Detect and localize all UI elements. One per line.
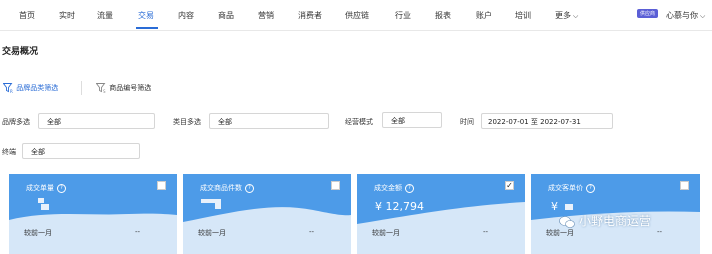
brand-category-filter-button[interactable]: R 品牌品类筛选 <box>2 83 59 94</box>
card-checkbox-checked[interactable]: ✓ <box>505 181 514 190</box>
category-label: 类目多选 <box>173 118 201 126</box>
card-title-text: 成交客单价 <box>548 184 583 192</box>
metric-card-order-count[interactable]: 成交单量? 较前一月 -- <box>9 174 177 254</box>
nav-more-label: 更多 <box>555 11 571 20</box>
nav-item-reports[interactable]: 报表 <box>435 10 451 21</box>
nav-item-home[interactable]: 首页 <box>19 10 35 21</box>
card-title-text: 成交金额 <box>374 184 402 192</box>
svg-text:R: R <box>10 89 13 93</box>
compare-label: 较前一月 <box>546 229 574 237</box>
date-range-picker[interactable]: 2022-07-01 至 2022-07-31 <box>481 113 613 129</box>
compare-value: -- <box>657 228 663 236</box>
nav-item-trade[interactable]: 交易 <box>138 10 154 21</box>
card-checkbox[interactable] <box>331 181 340 190</box>
help-icon[interactable]: ? <box>245 183 254 193</box>
card-title-text: 成交商品件数 <box>200 184 242 192</box>
nav-active-indicator <box>136 27 158 29</box>
blurred-value <box>41 204 49 210</box>
compare-label: 较前一月 <box>372 229 400 237</box>
compare-label: 较前一月 <box>24 229 52 237</box>
chevron-down-icon: ⌵ <box>700 12 706 20</box>
nav-item-supply-chain[interactable]: 供应链 <box>345 10 369 21</box>
page-title: 交易概况 <box>2 47 39 57</box>
compare-label: 较前一月 <box>198 229 226 237</box>
nav-item-products[interactable]: 商品 <box>218 10 234 21</box>
wechat-icon <box>559 215 575 228</box>
shop-name-label: 心慕与你 <box>666 11 698 20</box>
card-title: 成交商品件数? <box>200 183 254 193</box>
brand-category-filter-label: 品牌品类筛选 <box>16 84 59 92</box>
terminal-label: 终端 <box>2 148 16 156</box>
nav-item-more[interactable]: 更多 ⌵ <box>555 10 578 21</box>
category-select[interactable]: 全部 <box>209 113 329 129</box>
business-mode-select[interactable]: 全部 <box>382 112 442 128</box>
card-checkbox[interactable] <box>157 181 166 190</box>
card-title: 成交金额? <box>374 183 414 193</box>
product-code-filter-button[interactable]: S 商品编号筛选 <box>95 83 152 94</box>
help-icon[interactable]: ? <box>57 183 66 193</box>
metric-card-item-count[interactable]: 成交商品件数? 较前一月 -- <box>183 174 351 254</box>
watermark-text: 小野电商运营 <box>579 214 652 228</box>
compare-value: -- <box>309 228 315 236</box>
card-value: ¥ 12,794 <box>375 200 424 213</box>
business-mode-label: 经营模式 <box>345 118 373 126</box>
compare-value: -- <box>135 228 141 236</box>
card-title-text: 成交单量 <box>26 184 54 192</box>
shop-name[interactable]: 心慕与你 ⌵ <box>666 10 705 21</box>
terminal-select[interactable]: 全部 <box>22 143 140 159</box>
filter-icon: R <box>2 83 13 94</box>
metric-card-gmv[interactable]: 成交金额? ✓ ¥ 12,794 较前一月 -- <box>357 174 525 254</box>
watermark: 小野电商运营 <box>559 212 651 229</box>
brand-select[interactable]: 全部 <box>38 113 155 129</box>
nav-item-training[interactable]: 培训 <box>515 10 531 21</box>
card-title: 成交单量? <box>26 183 66 193</box>
card-title: 成交客单价? <box>548 183 595 193</box>
card-checkbox[interactable] <box>680 181 689 190</box>
nav-item-traffic[interactable]: 流量 <box>97 10 113 21</box>
help-icon[interactable]: ? <box>586 183 595 193</box>
top-nav: 首页 实时 流量 交易 内容 商品 营销 消费者 供应链 行业 报表 账户 培训… <box>0 0 712 31</box>
brand-label: 品牌多选 <box>2 118 30 126</box>
blurred-value <box>565 204 573 210</box>
blurred-value <box>215 203 221 209</box>
filter-icon: S <box>95 83 106 94</box>
nav-item-consumer[interactable]: 消费者 <box>298 10 322 21</box>
nav-item-realtime[interactable]: 实时 <box>59 10 75 21</box>
time-label: 时间 <box>460 118 474 126</box>
product-code-filter-label: 商品编号筛选 <box>109 84 152 92</box>
nav-item-content[interactable]: 内容 <box>178 10 194 21</box>
compare-value: -- <box>483 228 489 236</box>
shop-type-badge: 供应商 <box>637 9 659 18</box>
filter-divider <box>81 81 82 95</box>
card-value: ¥ <box>551 200 558 213</box>
help-icon[interactable]: ? <box>405 183 414 193</box>
svg-text:S: S <box>103 89 106 93</box>
chevron-down-icon: ⌵ <box>573 12 579 20</box>
nav-item-marketing[interactable]: 营销 <box>258 10 274 21</box>
nav-item-account[interactable]: 账户 <box>476 10 492 21</box>
nav-item-industry[interactable]: 行业 <box>395 10 411 21</box>
blurred-value <box>38 198 44 203</box>
